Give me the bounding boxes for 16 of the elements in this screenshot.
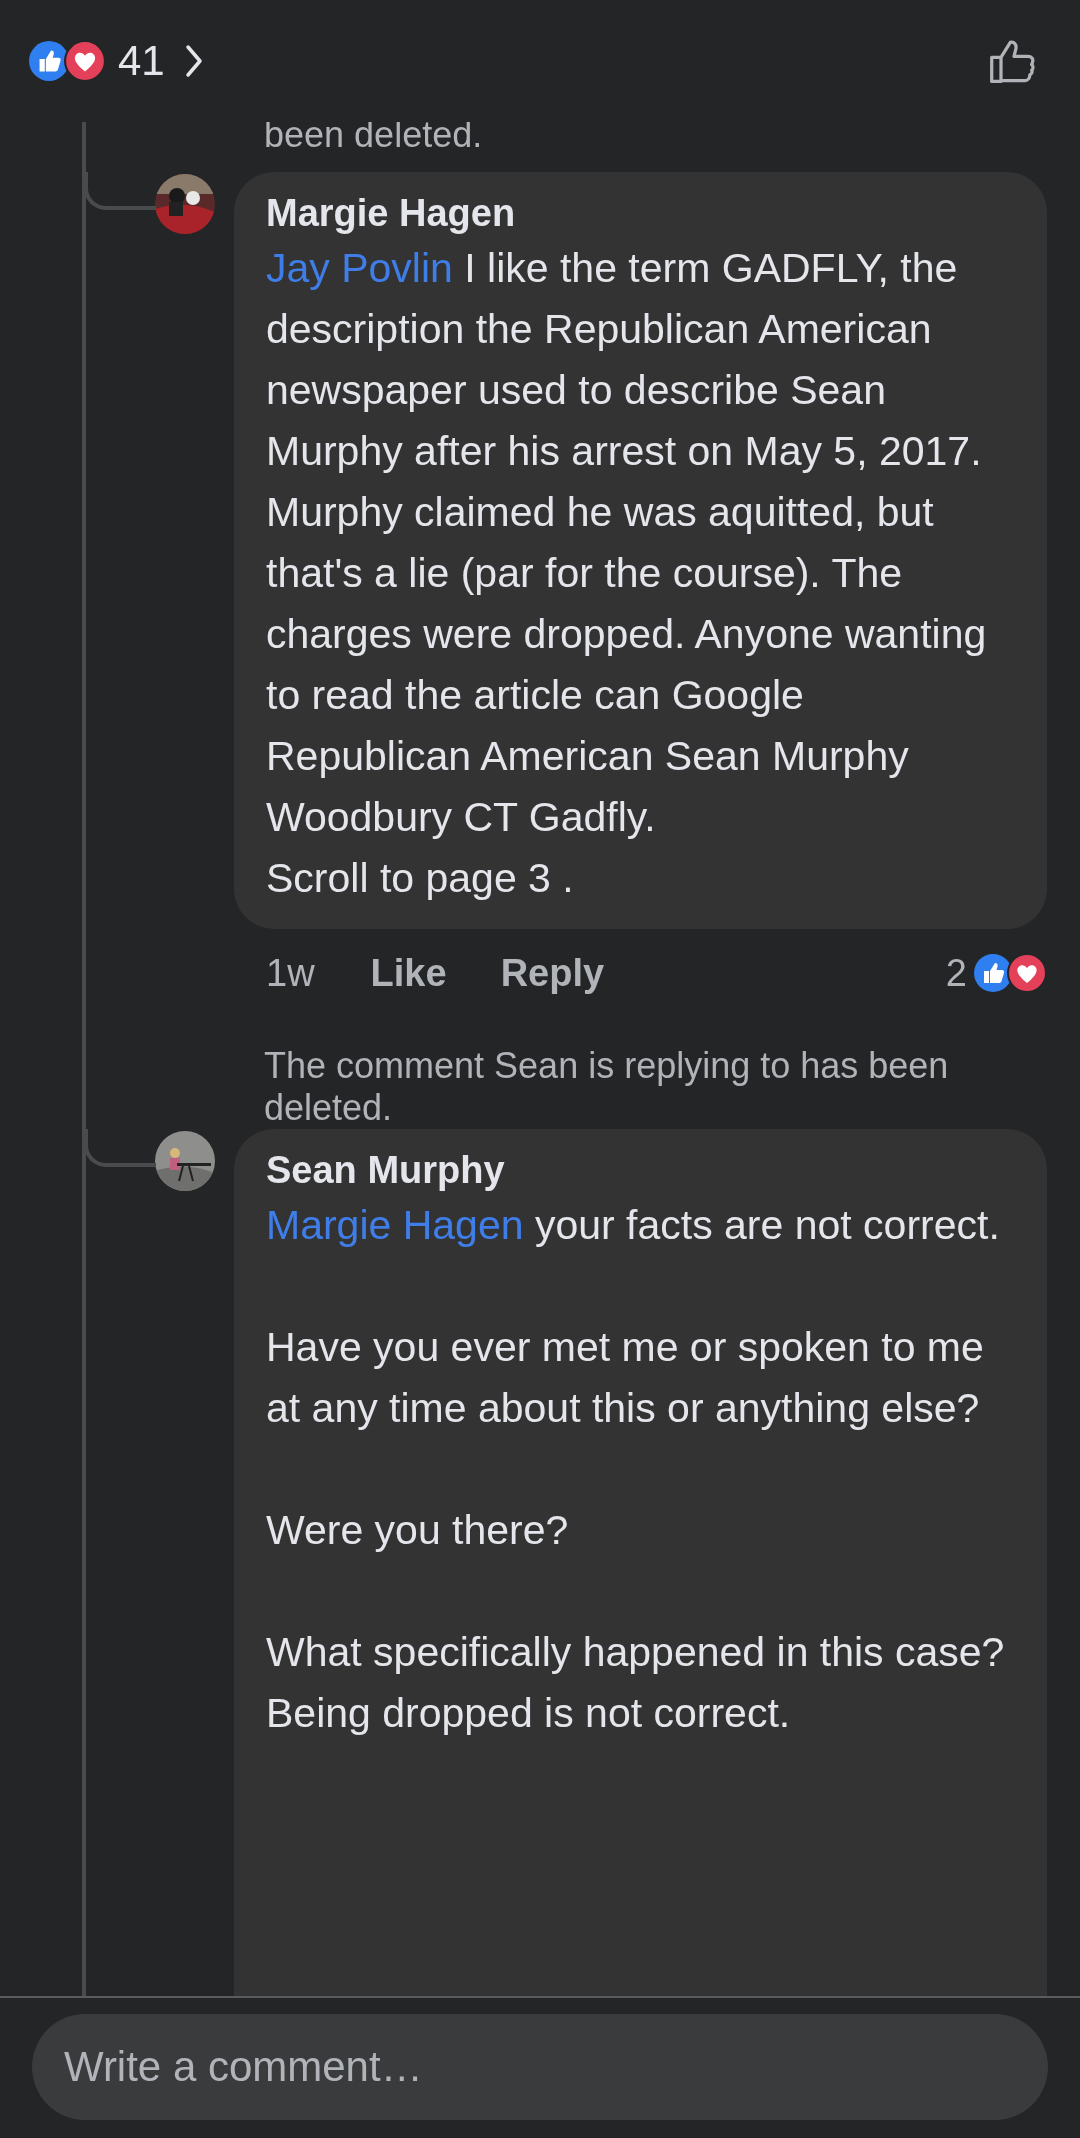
- comment-text: Were you there?: [266, 1506, 570, 1555]
- comment-input[interactable]: Write a comment…: [32, 2014, 1048, 2120]
- author-name[interactable]: Margie Hagen: [266, 188, 1019, 238]
- comment-text: Jay Povlin I like the term GADFLY, the description the Republican American newspaper used to describe Sean Murphy after his arrest on May 5, 2017. Murphy claimed he was aquitted, but that's a lie (par for the course). The charges were dropped. Anyone wanting to read the article can Google Republican American Sean Murphy Woodbury CT Gadfly. Scroll to page 3 .: [266, 244, 988, 903]
- comment-text: What specifically happened in this case? Being dropped is not correct.: [266, 1628, 1006, 1738]
- love-reaction-icon: [64, 40, 106, 82]
- author-name[interactable]: Sean Murphy: [266, 1145, 1019, 1195]
- reaction-count[interactable]: 41: [118, 37, 165, 85]
- reaction-count[interactable]: 2: [945, 951, 967, 995]
- like-button[interactable]: Like: [370, 951, 447, 995]
- comment-time: 1w: [266, 951, 315, 995]
- comment-text: Have you ever met me or spoken to me at any time about this or anything else?: [266, 1323, 985, 1433]
- deleted-comment-note: The comment Sean is replying to has been deleted.: [264, 1045, 950, 1129]
- comment-text: Margie Hagen your facts are not correct.: [266, 1201, 1001, 1250]
- love-reaction-icon: [1007, 953, 1047, 993]
- reply-button[interactable]: Reply: [500, 951, 605, 995]
